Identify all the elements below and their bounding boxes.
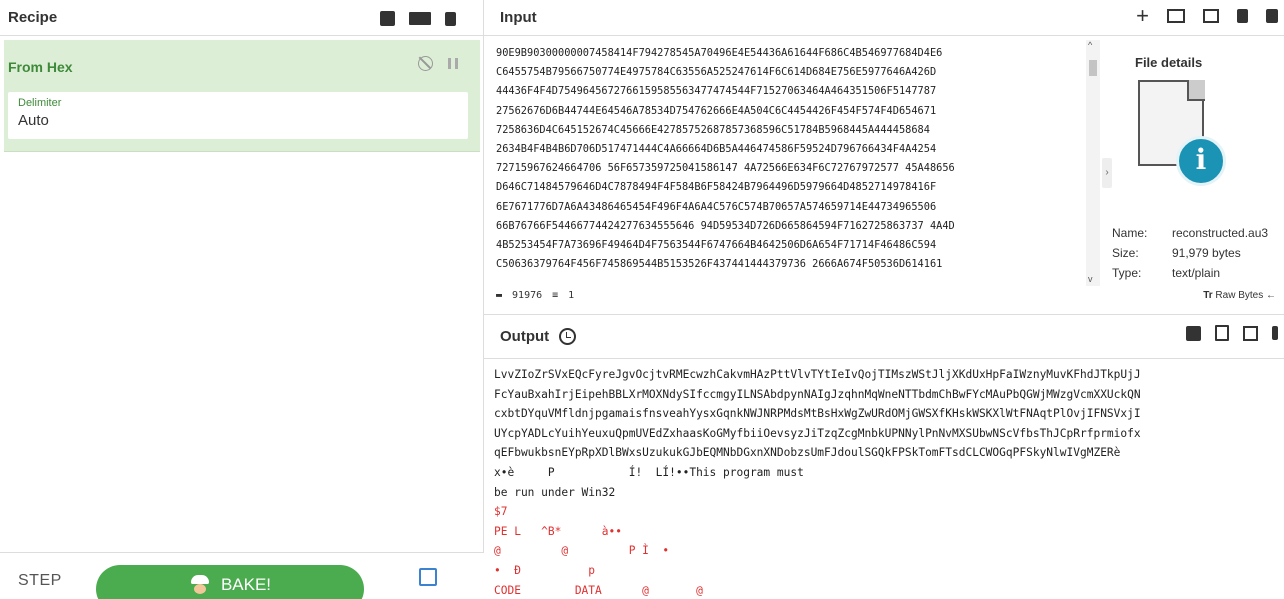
- hex-line: 7258636D4C645152674C45666E42785752687857…: [496, 123, 930, 136]
- output-line: CODE DATA @ @: [494, 583, 703, 597]
- output-line: FcYauBxahIrjEipehBBLXrMOXNdySIfccmgyILNS…: [494, 387, 1141, 401]
- auto-bake-checkbox[interactable]: [419, 568, 437, 586]
- input-title: Input: [500, 9, 537, 26]
- file-icon: i: [1138, 80, 1226, 200]
- output-textarea[interactable]: LvvZIoZrSVxEQcFyreJgvOcjtvRMEcwzhCakvmHA…: [494, 365, 1284, 599]
- hex-line: D646C71484579646D4C7878494F4F584B6F58424…: [496, 181, 937, 194]
- input-scrollbar[interactable]: ^ v: [1086, 40, 1100, 286]
- step-button[interactable]: STEP: [18, 572, 62, 590]
- copy-output-icon[interactable]: [1215, 325, 1229, 341]
- save-output-icon[interactable]: [1186, 325, 1201, 341]
- hex-line: 2634B4F4B4B6D706D517471444C4A66664D6B5A4…: [496, 143, 937, 156]
- raw-bytes-toggle[interactable]: Tr Raw Bytes ←: [1203, 290, 1276, 301]
- hex-line: 90E9B90300000007458414F794278545A70496E4…: [496, 47, 943, 59]
- file-size-value: 91,979 bytes: [1172, 246, 1241, 260]
- output-panel: Output LvvZIoZrSVxEQcFyreJgvOcjtvRMEcwzh…: [484, 314, 1284, 599]
- clear-recipe-icon[interactable]: [445, 11, 456, 26]
- output-line: @ @ P Ì •: [494, 544, 670, 558]
- input-textarea[interactable]: 90E9B90300000007458414F794278545A70496E4…: [496, 44, 1076, 288]
- output-header-icons: [1186, 325, 1278, 341]
- output-line: $7: [494, 505, 508, 519]
- file-details-title: File details: [1135, 55, 1203, 70]
- scroll-thumb[interactable]: [1089, 60, 1097, 76]
- output-line: PE L ^B* à••: [494, 524, 622, 538]
- chef-icon: [189, 575, 211, 597]
- file-name-value: reconstructed.au3: [1172, 226, 1269, 240]
- input-lines: 1: [568, 290, 575, 301]
- output-line: x•è P Í! LÍ!••This program must: [494, 465, 804, 479]
- file-type-row: Type: text/plain: [1112, 266, 1221, 280]
- scroll-up-icon[interactable]: ^: [1088, 40, 1092, 50]
- open-folder-icon[interactable]: [1167, 9, 1185, 23]
- recipe-title: Recipe: [8, 9, 58, 26]
- clock-icon[interactable]: [559, 328, 577, 345]
- recipe-header: Recipe: [0, 0, 483, 36]
- input-length: 91976: [512, 290, 543, 301]
- output-line: UYcpYADLcYuihYeuxuQpmUVEdZxhaasKoGMyfbii…: [494, 426, 1141, 440]
- hex-line: C6455754B79566750774E4975784C63556A52524…: [496, 66, 937, 79]
- layout-icon[interactable]: [1266, 9, 1278, 23]
- clear-input-icon[interactable]: [1237, 9, 1248, 23]
- output-line: qEFbwukbsnEYpRpXDlBWxsUzukukGJbEQMNbDGxn…: [494, 446, 1121, 460]
- output-line: LvvZIoZrSVxEQcFyreJgvOcjtvRMEcwzhCakvmHA…: [494, 368, 1141, 381]
- output-line: be run under Win32: [494, 485, 616, 499]
- recipe-controls: STEP BAKE!: [0, 552, 484, 599]
- hex-line: 66B76766F54466774424277634555646 94D5953…: [496, 219, 955, 232]
- delimiter-label: Delimiter: [18, 97, 62, 109]
- lines-icon: ≡: [552, 290, 559, 301]
- hex-line: C50636379764F456F745869544B5153526F43744…: [496, 258, 943, 271]
- load-recipe-icon[interactable]: [409, 12, 431, 25]
- hex-line: 72715967624664706 56F657359725041586147 …: [496, 162, 955, 175]
- save-recipe-icon[interactable]: [380, 11, 395, 26]
- hex-line: 6E7671776D7A6A43486465454F496F4A6A4C576C…: [496, 200, 937, 213]
- hex-line: 44436F4F4D754964567276615958556347747454…: [496, 85, 937, 98]
- hex-line: 4B5253454F7A73696F49464D4F7563544F674766…: [496, 239, 937, 252]
- scroll-down-icon[interactable]: v: [1088, 274, 1093, 284]
- recipe-panel: Recipe From Hex Delimiter Auto STEP BAKE…: [0, 0, 484, 599]
- length-icon: ▬: [496, 290, 503, 301]
- delimiter-select[interactable]: Delimiter Auto: [8, 92, 468, 139]
- bake-label: BAKE!: [220, 575, 272, 594]
- open-file-icon[interactable]: [1203, 9, 1219, 23]
- operation-from-hex[interactable]: From Hex Delimiter Auto: [4, 40, 480, 152]
- operation-name: From Hex: [8, 59, 73, 75]
- output-line: cxbtDYquVMfldnjpgamaisfnsveahYysxGqnkNWJ…: [494, 407, 1141, 421]
- delimiter-value: Auto: [18, 112, 49, 129]
- file-size-row: Size: 91,979 bytes: [1112, 246, 1241, 260]
- input-panel: Input + 90E9B90300000007458414F794278545…: [484, 0, 1284, 314]
- recipe-header-icons: [380, 11, 456, 26]
- bake-button[interactable]: BAKE!: [96, 565, 364, 599]
- input-status-bar: ▬ 91976 ≡ 1: [496, 290, 574, 301]
- hex-line: 27562676D6B44744E64546A78534D754762666E4…: [496, 104, 937, 117]
- maximise-output-icon[interactable]: [1272, 326, 1278, 340]
- file-details-panel: › File details i Name: reconstructed.au3…: [1102, 40, 1284, 290]
- collapse-file-details-icon[interactable]: ›: [1102, 158, 1112, 188]
- info-icon: i: [1176, 136, 1226, 186]
- file-name-row: Name: reconstructed.au3: [1112, 226, 1269, 240]
- input-header-icons: +: [1136, 5, 1278, 27]
- breakpoint-icon[interactable]: [448, 58, 458, 69]
- file-type-value: text/plain: [1172, 266, 1221, 280]
- output-header: Output: [484, 315, 1284, 359]
- disable-operation-icon[interactable]: [418, 56, 433, 71]
- output-line: • Ð p: [494, 563, 596, 577]
- output-title: Output: [500, 328, 550, 345]
- input-header: Input +: [484, 0, 1284, 36]
- add-input-icon[interactable]: +: [1136, 5, 1149, 27]
- replace-input-icon[interactable]: [1243, 325, 1258, 341]
